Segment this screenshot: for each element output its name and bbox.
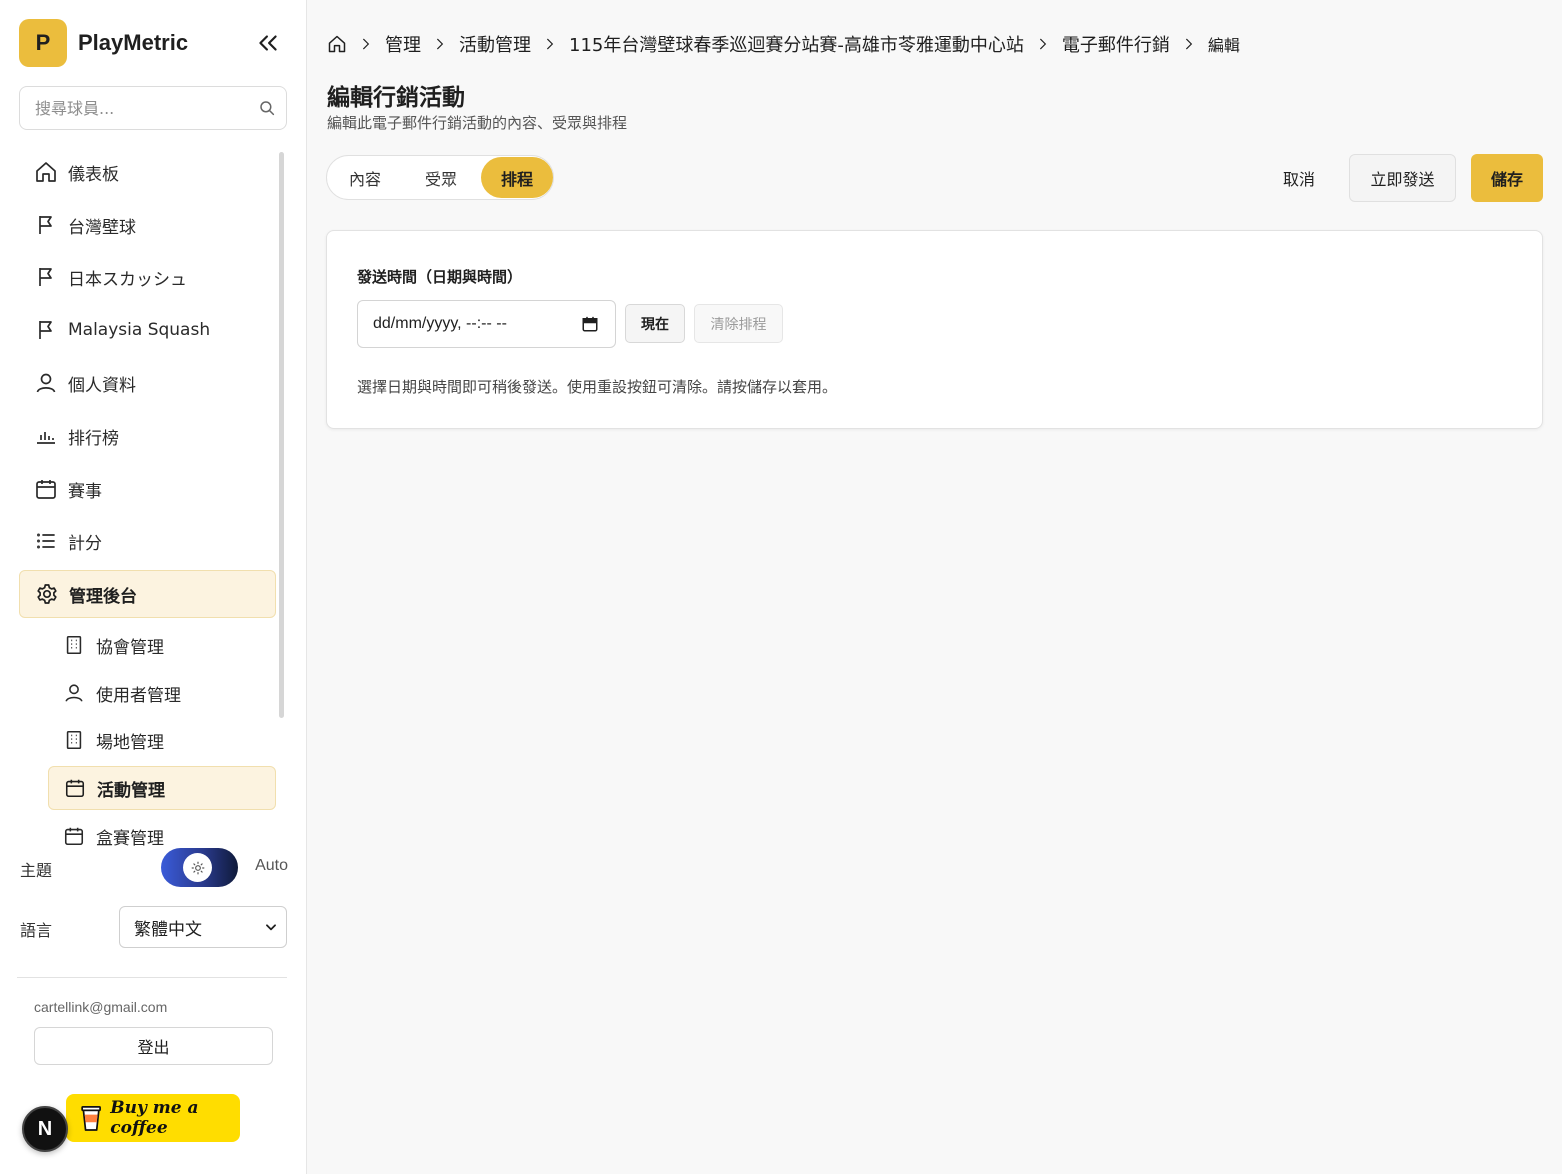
sidebar-item-label: 排行榜 bbox=[68, 428, 119, 449]
sidebar-subitem-user-management[interactable]: 使用者管理 bbox=[48, 671, 276, 715]
home-icon[interactable] bbox=[327, 34, 347, 54]
calendar-picker-icon[interactable] bbox=[581, 315, 599, 333]
sidebar-subitem-venue-management[interactable]: 場地管理 bbox=[48, 718, 276, 762]
sidebar-item-label: 儀表板 bbox=[68, 164, 119, 185]
calendar-icon bbox=[65, 779, 85, 798]
list-icon bbox=[37, 533, 55, 549]
sidebar-item-taiwan-squash[interactable]: 台灣壁球 bbox=[19, 201, 276, 249]
sidebar-item-malaysia-squash[interactable]: Malaysia Squash bbox=[19, 306, 276, 354]
flag-icon bbox=[39, 216, 52, 234]
sidebar-scrollbar[interactable] bbox=[279, 152, 284, 718]
sidebar-item-japan-squash[interactable]: 日本スカッシュ bbox=[19, 253, 276, 301]
sidebar: P PlayMetric 儀表板 台灣壁球 日本スカッシュ Malaysia S… bbox=[0, 0, 307, 1174]
home-icon bbox=[36, 162, 56, 182]
sidebar-item-label: 賽事 bbox=[68, 481, 102, 502]
sidebar-item-scoring[interactable]: 計分 bbox=[19, 517, 276, 565]
theme-row: 主題 Auto bbox=[20, 848, 288, 888]
page-title: 編輯行銷活動 bbox=[327, 85, 465, 111]
sidebar-subitem-association-management[interactable]: 協會管理 bbox=[48, 623, 276, 667]
clear-schedule-button[interactable]: 清除排程 bbox=[694, 304, 783, 343]
breadcrumb-current: 編輯 bbox=[1207, 36, 1240, 55]
send-time-label: 發送時間（日期與時間） bbox=[357, 268, 523, 286]
bar-chart-icon bbox=[37, 432, 55, 444]
language-select-value: 繁體中文 bbox=[134, 919, 202, 940]
schedule-helper-text: 選擇日期與時間即可稍後發送。使用重設按鈕可清除。請按儲存以套用。 bbox=[357, 378, 838, 396]
user-icon bbox=[36, 373, 56, 393]
chevron-right-icon bbox=[363, 38, 370, 50]
sidebar-item-dashboard[interactable]: 儀表板 bbox=[19, 148, 276, 196]
breadcrumb-item[interactable]: 電子郵件行銷 bbox=[1062, 31, 1170, 57]
building-icon bbox=[66, 730, 82, 750]
breadcrumb: 管理 活動管理 115年台灣壁球春季巡迴賽分站賽-高雄市苓雅運動中心站 電子郵件… bbox=[327, 31, 1240, 57]
calendar-icon bbox=[64, 827, 84, 846]
theme-label: 主題 bbox=[20, 861, 53, 880]
chevron-right-icon bbox=[547, 38, 554, 50]
theme-value: Auto bbox=[255, 857, 288, 874]
sidebar-divider bbox=[17, 977, 287, 978]
sidebar-subitem-label: 盒賽管理 bbox=[96, 828, 164, 847]
sidebar-item-label: 計分 bbox=[68, 533, 102, 554]
coffee-label: Buy me a coffee bbox=[110, 1098, 199, 1138]
sidebar-subitem-label: 使用者管理 bbox=[96, 685, 181, 706]
user-icon bbox=[65, 684, 83, 702]
sidebar-subitem-label: 場地管理 bbox=[96, 732, 164, 753]
tab-schedule[interactable]: 排程 bbox=[481, 157, 553, 198]
sidebar-nav: 儀表板 台灣壁球 日本スカッシュ Malaysia Squash 個人資料 排行… bbox=[19, 146, 276, 846]
theme-toggle[interactable] bbox=[161, 848, 238, 887]
building-icon bbox=[66, 635, 82, 655]
coffee-cup-icon bbox=[81, 1106, 101, 1131]
tab-audience[interactable]: 受眾 bbox=[401, 157, 481, 198]
cancel-button[interactable]: 取消 bbox=[1265, 155, 1333, 200]
gear-icon bbox=[37, 584, 57, 604]
chevron-right-icon bbox=[437, 38, 444, 50]
sidebar-item-label: 日本スカッシュ bbox=[68, 269, 187, 290]
flag-icon bbox=[39, 321, 52, 339]
sidebar-subitem-box-league-management[interactable]: 盒賽管理 bbox=[48, 814, 276, 846]
user-email: cartellink@gmail.com bbox=[34, 999, 168, 1015]
collapse-sidebar-icon[interactable] bbox=[255, 30, 281, 56]
chevron-right-icon bbox=[1185, 38, 1193, 50]
sidebar-subitem-label: 協會管理 bbox=[96, 637, 164, 658]
page-subtitle: 編輯此電子郵件行銷活動的內容、受眾與排程 bbox=[327, 114, 628, 132]
logout-button[interactable]: 登出 bbox=[34, 1027, 273, 1065]
search-box bbox=[19, 86, 287, 130]
language-row: 語言 繁體中文 bbox=[20, 906, 288, 948]
sidebar-item-label: Malaysia Squash bbox=[68, 320, 211, 340]
now-button[interactable]: 現在 bbox=[625, 304, 685, 343]
sidebar-subitem-event-management[interactable]: 活動管理 bbox=[48, 766, 276, 810]
sidebar-item-admin[interactable]: 管理後台 bbox=[19, 570, 276, 618]
sidebar-item-profile[interactable]: 個人資料 bbox=[19, 359, 276, 407]
search-input[interactable] bbox=[20, 87, 240, 129]
language-label: 語言 bbox=[20, 921, 53, 940]
breadcrumb-item[interactable]: 活動管理 bbox=[459, 31, 531, 57]
brand[interactable]: P PlayMetric bbox=[19, 19, 188, 67]
chevron-down-icon bbox=[266, 924, 276, 931]
send-datetime-input[interactable]: dd/mm/yyyy, --:-- -- bbox=[357, 300, 616, 348]
save-button[interactable]: 儲存 bbox=[1471, 154, 1543, 202]
calendar-icon bbox=[36, 480, 56, 499]
breadcrumb-item[interactable]: 管理 bbox=[385, 31, 421, 57]
sidebar-subitem-label: 活動管理 bbox=[97, 780, 165, 801]
sun-icon bbox=[191, 861, 204, 874]
sidebar-item-tournaments[interactable]: 賽事 bbox=[19, 465, 276, 513]
sidebar-item-label: 個人資料 bbox=[68, 375, 136, 396]
send-now-button[interactable]: 立即發送 bbox=[1349, 154, 1456, 202]
search-icon[interactable] bbox=[258, 99, 276, 117]
flag-icon bbox=[39, 268, 52, 286]
breadcrumb-item[interactable]: 115年台灣壁球春季巡迴賽分站賽-高雄市苓雅運動中心站 bbox=[569, 31, 1024, 57]
chevron-right-icon bbox=[1039, 38, 1047, 50]
sidebar-item-label: 台灣壁球 bbox=[68, 217, 136, 238]
language-select[interactable]: 繁體中文 bbox=[119, 906, 287, 948]
datetime-value: dd/mm/yyyy, --:-- -- bbox=[373, 315, 507, 332]
brand-logo: P bbox=[19, 19, 67, 67]
theme-toggle-knob bbox=[183, 853, 212, 882]
sidebar-item-label: 管理後台 bbox=[69, 586, 137, 607]
campaign-tabs: 內容 受眾 排程 bbox=[326, 155, 554, 200]
buy-me-a-coffee-button[interactable]: Buy me a coffee bbox=[66, 1094, 240, 1142]
tab-content[interactable]: 內容 bbox=[329, 157, 401, 198]
dev-tools-badge[interactable]: N bbox=[22, 1106, 68, 1152]
brand-name: PlayMetric bbox=[78, 30, 189, 55]
sidebar-item-leaderboard[interactable]: 排行榜 bbox=[19, 412, 276, 460]
schedule-card: 發送時間（日期與時間） dd/mm/yyyy, --:-- -- 現在 清除排程… bbox=[326, 230, 1543, 429]
